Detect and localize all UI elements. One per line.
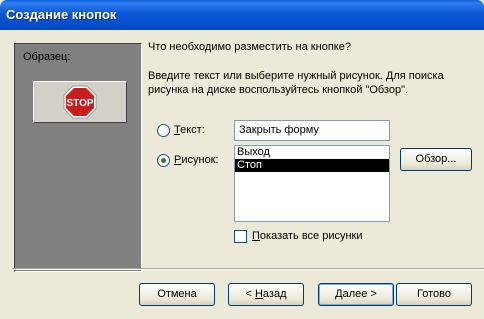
sample-label: Образец: (23, 51, 71, 63)
picture-radio-label[interactable]: Рисунок: (174, 154, 219, 166)
button-text-input[interactable]: Закрыть форму (234, 120, 390, 141)
stop-sign-icon: STOP (63, 85, 97, 119)
sample-preview-button: STOP (33, 81, 127, 123)
browse-button[interactable]: Обзор... (400, 148, 472, 171)
radio-selected-dot (161, 158, 166, 163)
cancel-button[interactable]: Отмена (139, 283, 215, 306)
list-item-exit[interactable]: Выход (235, 146, 389, 159)
picture-radio[interactable] (157, 154, 170, 167)
instruction-line-2: рисунка на диске воспользуйтесь кнопкой … (148, 84, 409, 96)
instruction-line-1: Введите текст или выберите нужный рисуно… (148, 70, 444, 82)
text-radio-label[interactable]: Текст: (174, 124, 205, 136)
list-item-stop[interactable]: Стоп (235, 159, 389, 172)
finish-button[interactable]: Готово (396, 283, 472, 306)
show-all-pictures-checkbox[interactable] (234, 230, 247, 243)
back-button[interactable]: < Назад (228, 283, 304, 306)
show-all-pictures-label[interactable]: Показать все рисунки (252, 230, 363, 242)
question-text: Что необходимо разместить на кнопке? (148, 41, 351, 53)
title-bar[interactable]: Создание кнопок (0, 0, 484, 30)
next-button[interactable]: Далее > (318, 283, 394, 306)
sample-panel: Образец: STOP (14, 43, 142, 272)
text-radio[interactable] (157, 124, 170, 137)
stop-sign-text: STOP (66, 98, 93, 109)
separator (12, 268, 484, 270)
picture-listbox[interactable]: Выход Стоп (234, 145, 390, 222)
window-title: Создание кнопок (6, 7, 117, 22)
wizard-dialog: Образец: STOP Что необходимо разместить … (0, 30, 484, 319)
